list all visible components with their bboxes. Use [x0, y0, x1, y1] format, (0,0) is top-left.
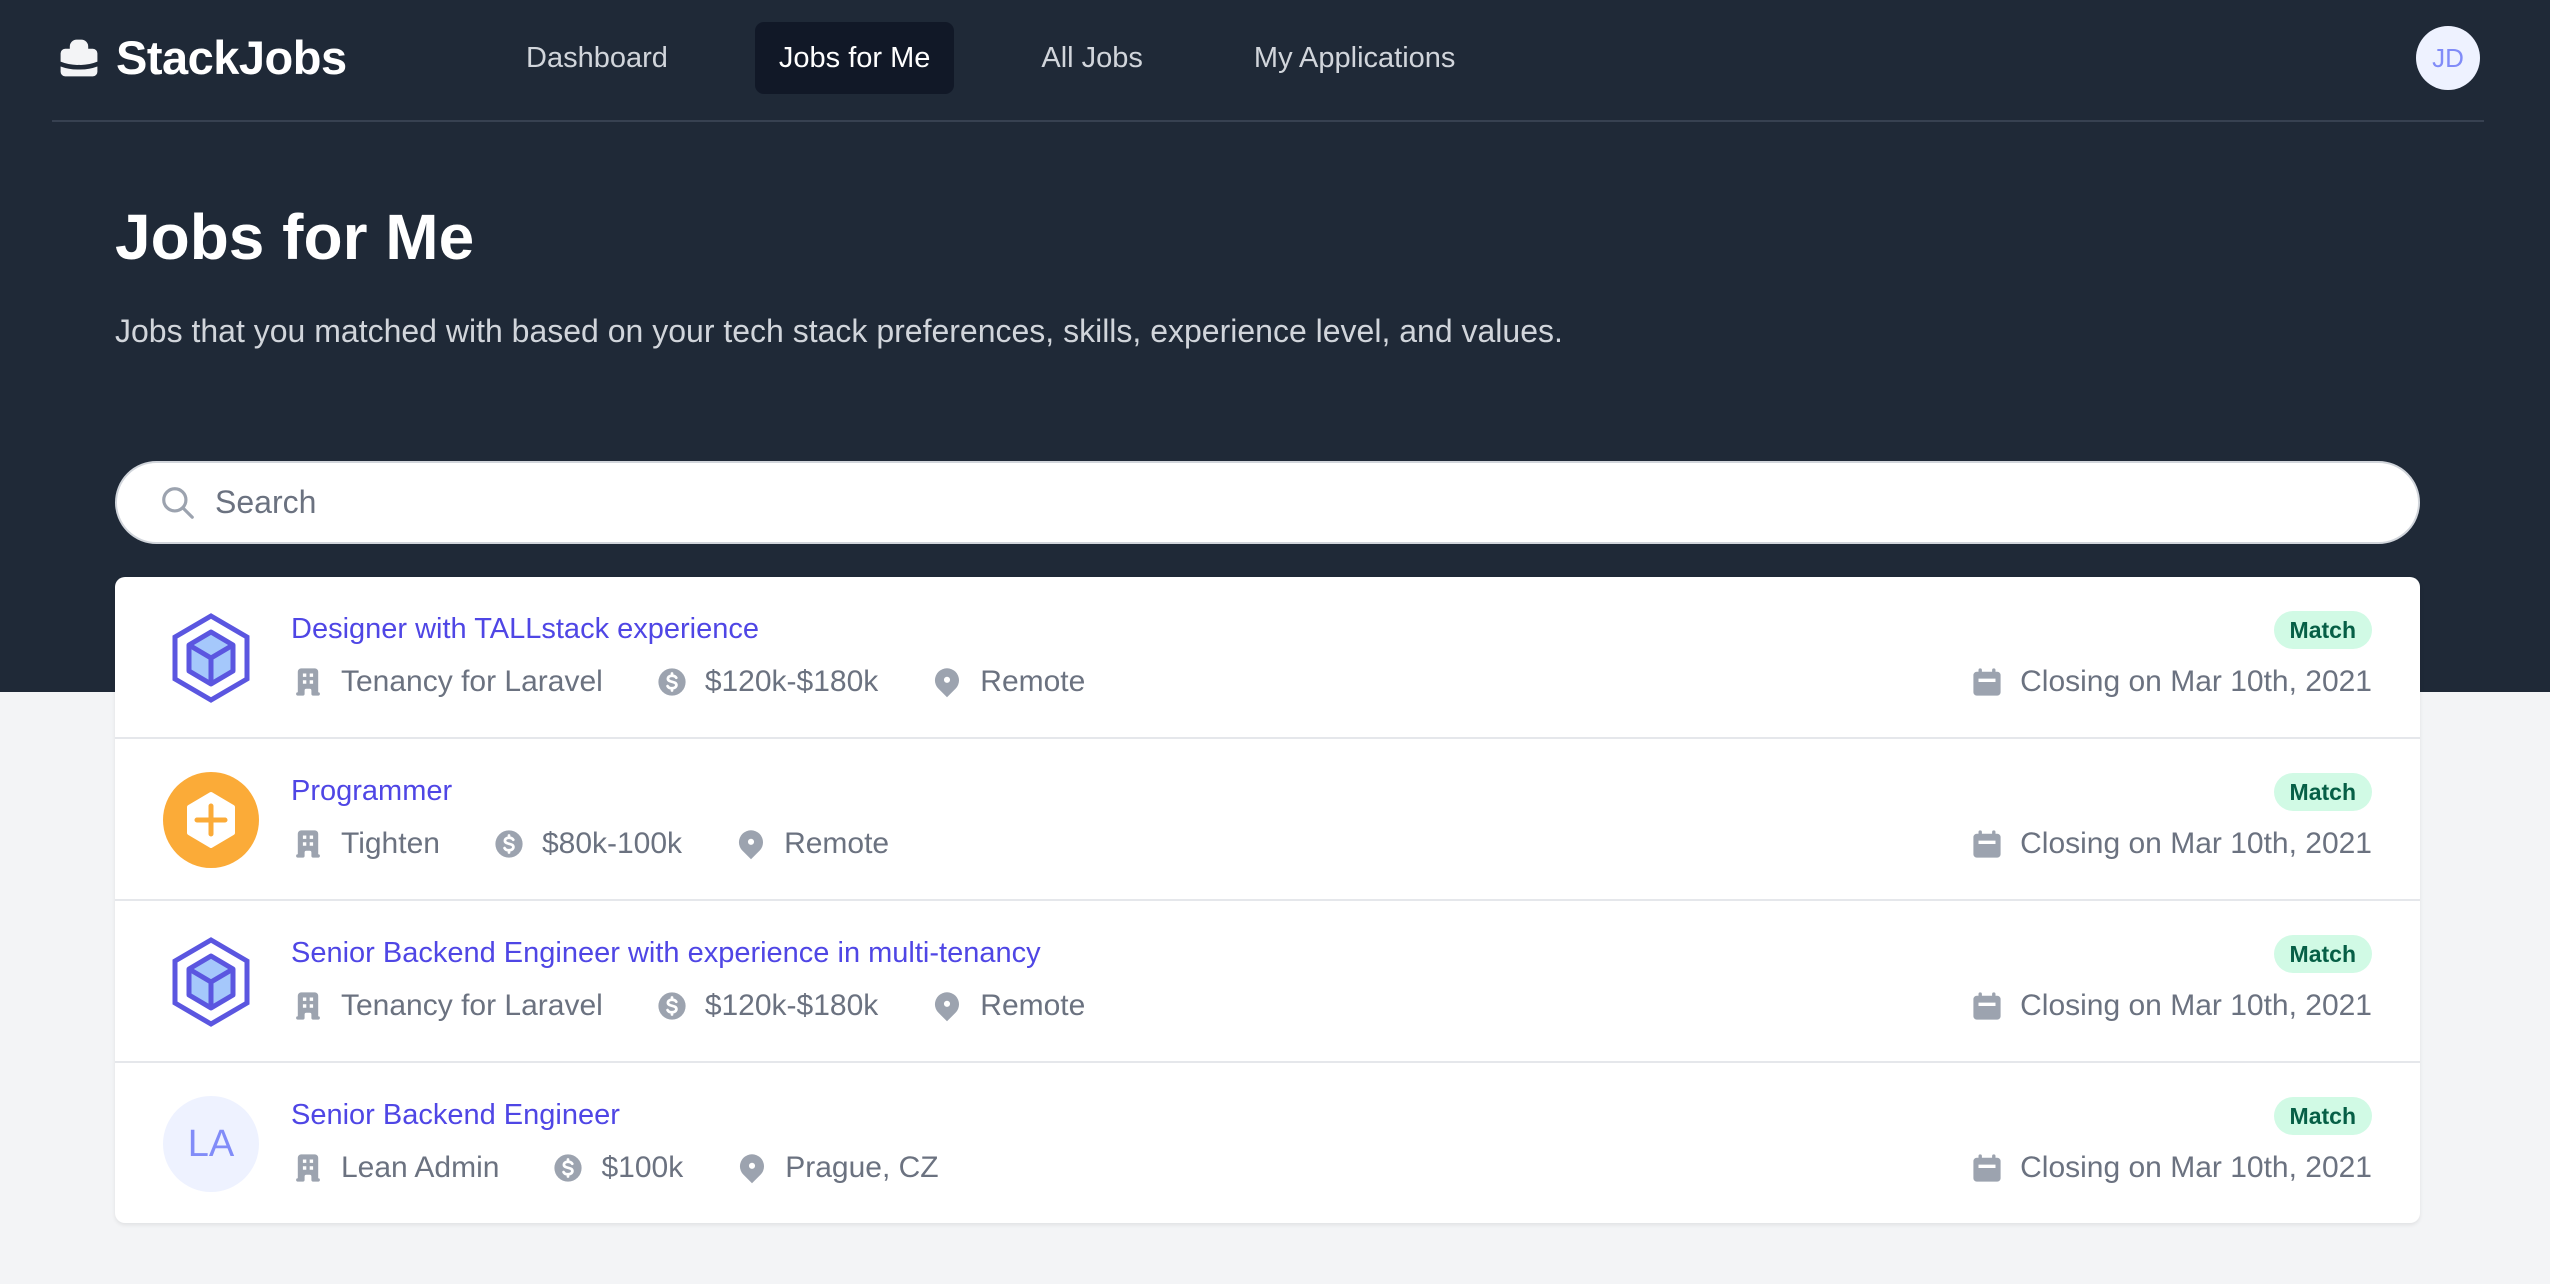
salary-range: $120k-$180k — [704, 989, 879, 1022]
office-building-icon — [296, 1154, 320, 1182]
job-list: Designer with TALLstack experience Tenan… — [115, 577, 2420, 1223]
job-meta: Tenancy for Laravel $120k-$180k Remote — [291, 665, 1137, 699]
closing-date: Closing on Mar 10th, 2021 — [1970, 827, 2372, 861]
brand[interactable]: StackJobs — [56, 30, 347, 85]
closing-date: Closing on Mar 10th, 2021 — [1970, 989, 2372, 1023]
job-title[interactable]: Programmer — [291, 775, 452, 808]
location-text: Remote — [980, 665, 1086, 698]
match-badge: Match — [2273, 1097, 2372, 1135]
job-meta: Tighten $80k-100k Remote — [291, 827, 941, 861]
salary-range: $80k-100k — [541, 827, 683, 860]
top-nav: StackJobs Dashboard Jobs for Me All Jobs… — [52, 0, 2484, 122]
job-title[interactable]: Designer with TALLstack experience — [291, 613, 759, 646]
calendar-icon — [1973, 668, 2001, 696]
tighten-logo-icon — [163, 772, 259, 868]
location: Remote — [930, 989, 1085, 1023]
location-marker-icon — [935, 668, 960, 698]
briefcase-icon — [60, 39, 98, 76]
company-logo — [163, 610, 259, 706]
salary: $120k-$180k — [655, 989, 878, 1023]
closing-text: Closing on Mar 10th, 2021 — [2020, 989, 2372, 1022]
currency-dollar-icon — [554, 1154, 583, 1182]
company-logo: LA — [163, 1096, 259, 1192]
page-subtitle: Jobs that you matched with based on your… — [115, 313, 1563, 349]
location-text: Remote — [980, 989, 1086, 1022]
search-bar[interactable] — [115, 461, 2420, 544]
job-row[interactable]: Designer with TALLstack experience Tenan… — [115, 577, 2420, 739]
calendar-icon — [1973, 992, 2001, 1020]
location-marker-icon — [738, 830, 764, 860]
company: Tighten — [291, 827, 440, 861]
closing-text: Closing on Mar 10th, 2021 — [2020, 665, 2372, 698]
job-meta: Tenancy for Laravel $120k-$180k Remote — [291, 989, 1137, 1023]
job-meta: Lean Admin $100k Prague, CZ — [291, 1151, 991, 1185]
company-name: Tighten — [341, 827, 440, 860]
nav-jobs-for-me[interactable]: Jobs for Me — [754, 22, 955, 94]
salary-range: $100k — [601, 1151, 684, 1184]
search-icon — [162, 486, 194, 519]
calendar-icon — [1973, 830, 2001, 858]
currency-dollar-icon — [495, 830, 523, 858]
match-badge: Match — [2273, 773, 2372, 811]
search-input[interactable] — [215, 484, 2215, 521]
tenancy-cube-icon — [172, 613, 250, 703]
salary-range: $120k-$180k — [704, 665, 879, 698]
location-marker-icon — [935, 992, 960, 1022]
closing-text: Closing on Mar 10th, 2021 — [2020, 827, 2372, 860]
office-building-icon — [296, 992, 320, 1020]
job-title[interactable]: Senior Backend Engineer with experience … — [291, 937, 1041, 970]
user-avatar[interactable]: JD — [2416, 26, 2480, 90]
job-title[interactable]: Senior Backend Engineer — [291, 1099, 620, 1132]
company-name: Tenancy for Laravel — [341, 989, 603, 1022]
closing-text: Closing on Mar 10th, 2021 — [2020, 1151, 2372, 1184]
company: Tenancy for Laravel — [291, 665, 603, 699]
match-badge: Match — [2273, 611, 2372, 649]
office-building-icon — [296, 830, 320, 858]
company: Tenancy for Laravel — [291, 989, 603, 1023]
match-badge: Match — [2273, 935, 2372, 973]
closing-date: Closing on Mar 10th, 2021 — [1970, 1151, 2372, 1185]
location: Prague, CZ — [735, 1151, 939, 1185]
location: Remote — [734, 827, 889, 861]
job-row[interactable]: Programmer Tighten $80k-100k Remote Matc… — [115, 739, 2420, 901]
nav-my-applications[interactable]: My Applications — [1230, 22, 1480, 94]
office-building-icon — [296, 668, 320, 696]
salary: $100k — [551, 1151, 683, 1185]
currency-dollar-icon — [658, 668, 686, 696]
page-title: Jobs for Me — [115, 201, 475, 273]
brand-name: StackJobs — [116, 31, 347, 84]
job-row[interactable]: LA Senior Backend Engineer Lean Admin $1… — [115, 1063, 2420, 1223]
calendar-icon — [1973, 1154, 2001, 1182]
company: Lean Admin — [291, 1151, 499, 1185]
company-name: Lean Admin — [341, 1151, 500, 1184]
location-marker-icon — [740, 1154, 765, 1184]
location: Remote — [930, 665, 1085, 699]
company-logo — [163, 772, 259, 868]
salary: $120k-$180k — [655, 665, 878, 699]
job-row[interactable]: Senior Backend Engineer with experience … — [115, 901, 2420, 1063]
currency-dollar-icon — [658, 992, 686, 1020]
salary: $80k-100k — [492, 827, 682, 861]
company-logo — [163, 934, 259, 1030]
closing-date: Closing on Mar 10th, 2021 — [1970, 665, 2372, 699]
nav-dashboard[interactable]: Dashboard — [502, 22, 692, 94]
nav-all-jobs[interactable]: All Jobs — [1017, 22, 1167, 94]
company-name: Tenancy for Laravel — [341, 665, 603, 698]
tenancy-cube-icon — [172, 937, 250, 1027]
location-text: Prague, CZ — [785, 1151, 939, 1184]
location-text: Remote — [784, 827, 890, 860]
nav-links: Dashboard Jobs for Me All Jobs My Applic… — [526, 22, 1542, 94]
